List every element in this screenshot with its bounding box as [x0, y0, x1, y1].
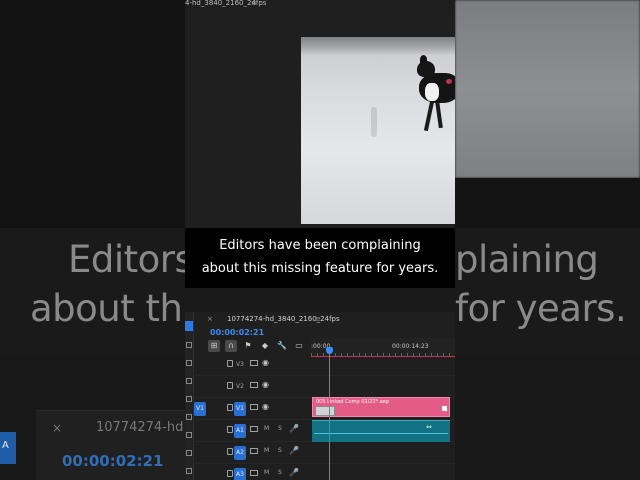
- ruler-mark-label: 00:00:14:23: [392, 343, 429, 350]
- track-name[interactable]: V2: [234, 380, 246, 394]
- panel-gap: [185, 288, 455, 312]
- insert-nest-icon[interactable]: ⊞: [208, 340, 220, 352]
- microphone-icon[interactable]: 🎤: [289, 446, 299, 455]
- add-marker-icon[interactable]: ◆: [259, 340, 271, 352]
- track-a3[interactable]: A3 M S 🎤: [195, 464, 455, 480]
- dog-chest: [425, 83, 439, 101]
- background-track-tab-label: A: [2, 440, 9, 451]
- track-v3[interactable]: V3 ◉: [195, 354, 455, 376]
- caption-line-2: about this missing feature for years.: [201, 261, 439, 276]
- hand-tool-icon[interactable]: [186, 432, 192, 438]
- selection-tool-icon[interactable]: [185, 321, 193, 331]
- program-monitor-view[interactable]: [185, 10, 455, 228]
- lock-icon[interactable]: [227, 470, 233, 477]
- microphone-icon[interactable]: 🎤: [289, 424, 299, 433]
- sync-lock-icon[interactable]: [250, 448, 258, 454]
- timeline-panel: × 10774274-hd_3840_2160_24fps ≡ 00:00:02…: [185, 312, 455, 480]
- track-name[interactable]: V3: [234, 358, 246, 372]
- eye-icon[interactable]: ◉: [262, 380, 269, 389]
- mute-button[interactable]: M: [264, 425, 269, 432]
- background-sequence-name: 10774274-hd: [96, 420, 184, 435]
- audio-clip[interactable]: ⇔: [312, 420, 450, 442]
- track-name[interactable]: A1: [234, 424, 246, 438]
- video-frame: Editors plaining about this for years. ×…: [0, 0, 640, 480]
- fx-badge-icon: [442, 406, 447, 411]
- caption-line-1: Editors have been complaining: [219, 238, 421, 253]
- ripple-tool-icon[interactable]: [186, 360, 192, 366]
- eye-icon[interactable]: ◉: [262, 358, 269, 367]
- source-patch-v1[interactable]: V1: [194, 402, 206, 416]
- mute-button[interactable]: M: [264, 447, 269, 454]
- sync-lock-icon[interactable]: [250, 382, 258, 388]
- dog-leg: [423, 100, 435, 132]
- clip-thumbnail: [315, 406, 335, 416]
- program-monitor-header: 4-hd_3840_2160_24fps ≡: [185, 0, 455, 10]
- background-track-tab: A: [0, 432, 16, 464]
- background-timecode: 00:00:02:21: [62, 452, 164, 470]
- zoom-tool-icon[interactable]: [186, 468, 192, 474]
- panel-menu-icon[interactable]: ≡: [251, 0, 257, 7]
- video-clip[interactable]: 005 Linked Comp 02/22*.aep: [312, 397, 450, 417]
- track-name[interactable]: V1: [234, 402, 246, 416]
- background-caption-text: Editors: [68, 238, 194, 281]
- background-caption-text: for years.: [455, 287, 627, 330]
- mute-button[interactable]: M: [264, 469, 269, 476]
- background-snow-blur: [455, 0, 640, 178]
- lock-icon[interactable]: [227, 448, 233, 455]
- playhead-line[interactable]: [329, 352, 330, 480]
- track-v2[interactable]: V2 ◉: [195, 376, 455, 398]
- dog-head: [417, 61, 435, 77]
- dog-leg: [435, 100, 443, 129]
- link-icon: ⇔: [426, 423, 432, 431]
- lock-icon[interactable]: [227, 382, 233, 389]
- background-caption-text: about this: [30, 287, 212, 330]
- audio-waveform: [314, 433, 448, 434]
- slip-tool-icon[interactable]: [186, 396, 192, 402]
- caption-bar: [185, 228, 455, 288]
- captions-icon[interactable]: ▭: [293, 340, 305, 352]
- sync-lock-icon[interactable]: [250, 360, 258, 366]
- razor-tool-icon[interactable]: [186, 378, 192, 384]
- linked-selection-icon[interactable]: ⚑: [242, 340, 254, 352]
- panel-menu-icon[interactable]: ≡: [315, 315, 321, 323]
- lock-icon[interactable]: [227, 404, 233, 411]
- sequence-tab[interactable]: 10774274-hd_3840_2160_24fps: [227, 315, 340, 323]
- video-preview: [301, 37, 455, 224]
- treeline: [301, 37, 455, 55]
- snow-footprint: [371, 107, 377, 137]
- solo-button[interactable]: S: [278, 469, 282, 476]
- track-name[interactable]: A2: [234, 446, 246, 460]
- sync-lock-icon[interactable]: [250, 426, 258, 432]
- solo-button[interactable]: S: [278, 425, 282, 432]
- background-shade: [455, 178, 640, 228]
- sync-lock-icon[interactable]: [250, 404, 258, 410]
- solo-button[interactable]: S: [278, 447, 282, 454]
- tools-strip: [185, 312, 194, 480]
- eye-icon[interactable]: ◉: [262, 402, 269, 411]
- track-a2[interactable]: A2 M S 🎤: [195, 442, 455, 464]
- pen-tool-icon[interactable]: [186, 414, 192, 420]
- background-caption-text: plaining: [455, 238, 599, 281]
- playhead-timecode[interactable]: 00:00:02:21: [210, 328, 264, 337]
- microphone-icon[interactable]: 🎤: [289, 468, 299, 477]
- track-name[interactable]: A3: [234, 468, 246, 480]
- dog-tongue: [446, 79, 452, 84]
- type-tool-icon[interactable]: [186, 450, 192, 456]
- clip-label: 005 Linked Comp 02/22*.aep: [316, 399, 390, 405]
- lock-icon[interactable]: [227, 360, 233, 367]
- background-close-icon: ×: [52, 421, 63, 435]
- lock-icon[interactable]: [227, 426, 233, 433]
- snap-magnet-icon[interactable]: ∩: [225, 340, 237, 352]
- track-select-tool-icon[interactable]: [186, 342, 192, 348]
- wrench-icon[interactable]: 🔧: [276, 340, 288, 352]
- close-icon[interactable]: ×: [207, 315, 213, 323]
- sync-lock-icon[interactable]: [250, 470, 258, 476]
